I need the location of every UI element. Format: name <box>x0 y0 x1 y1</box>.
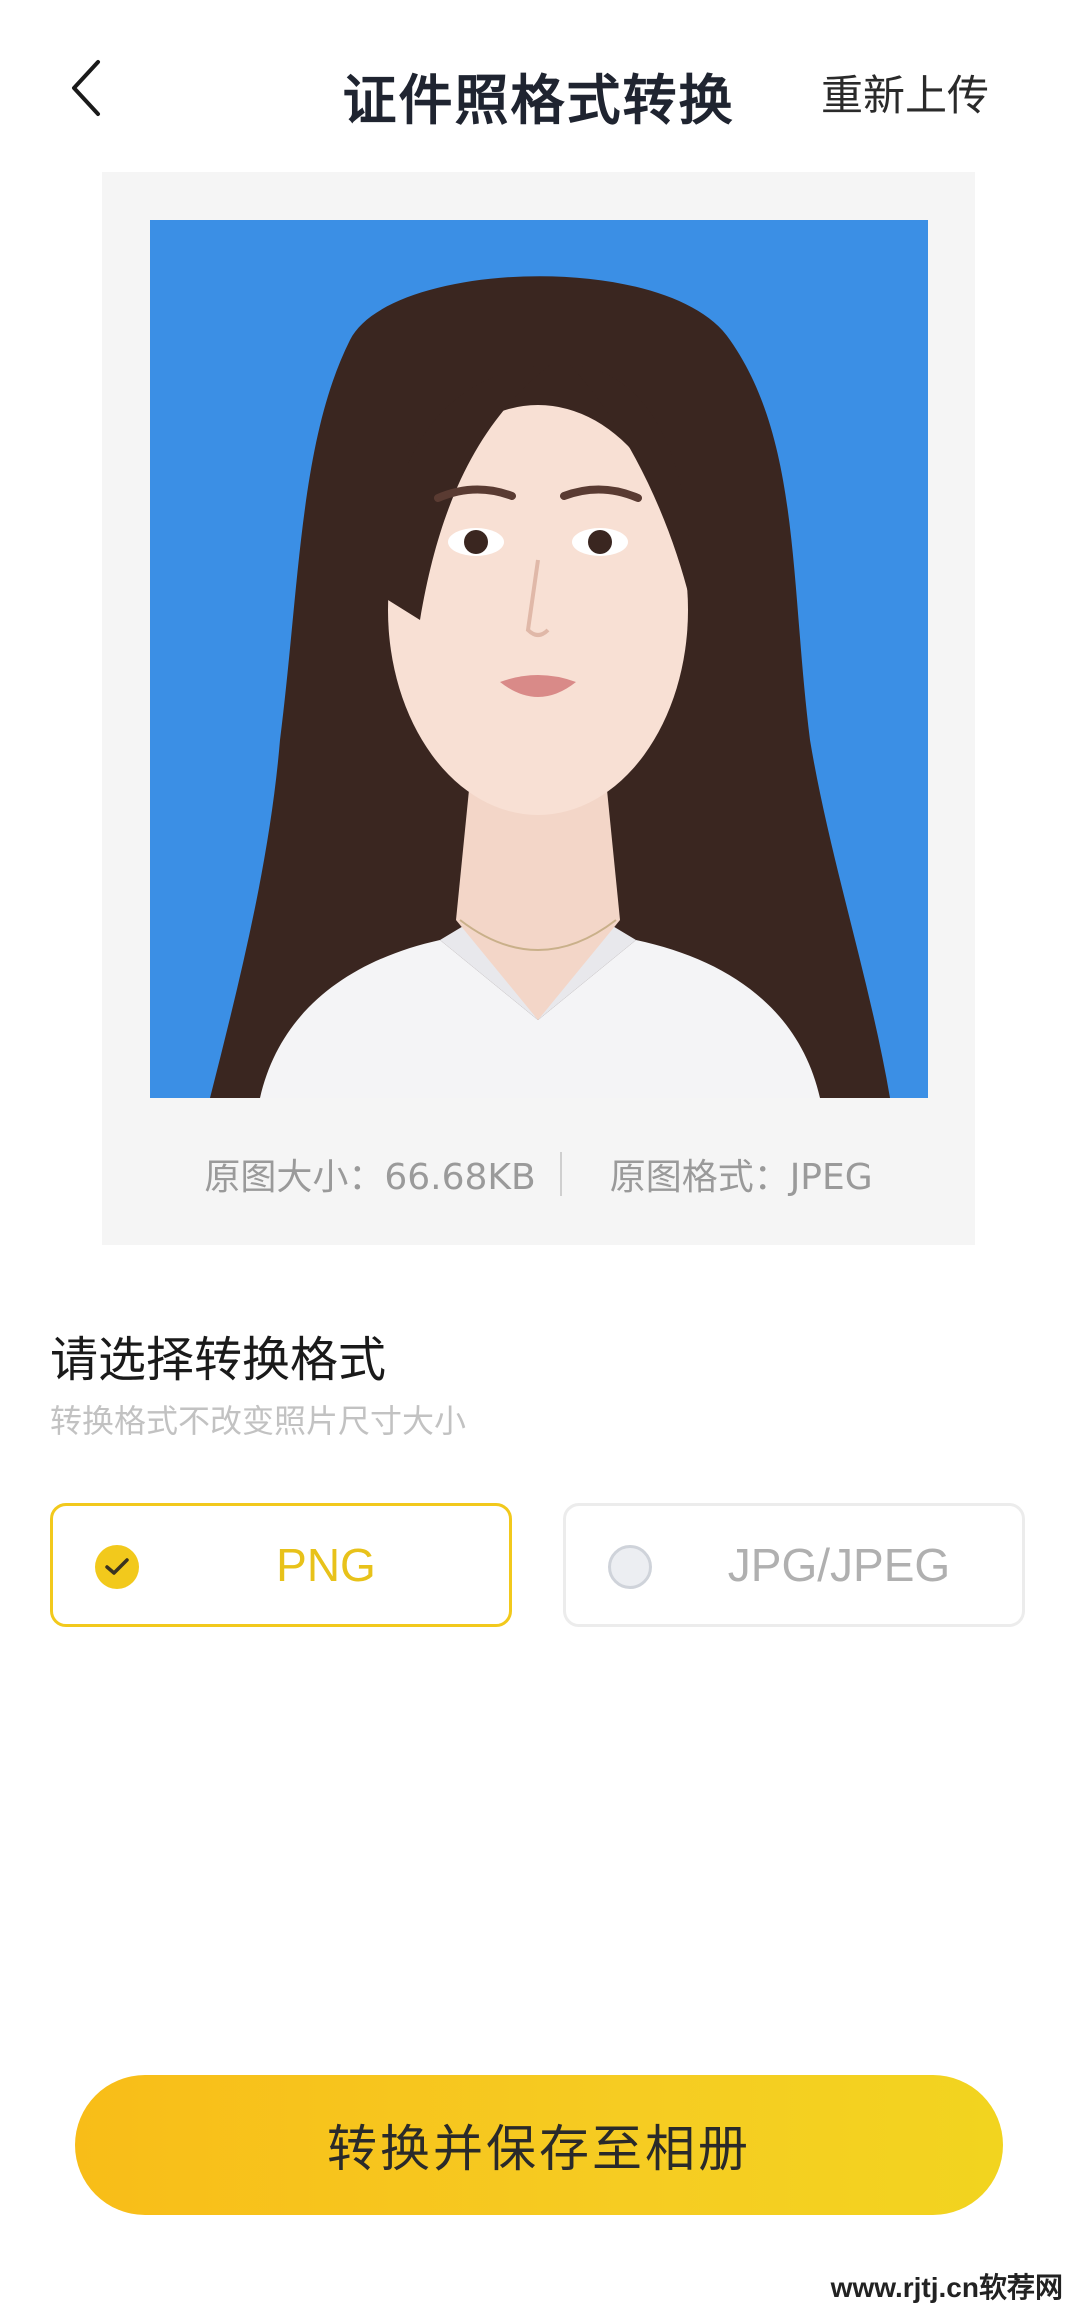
original-size-text: 原图大小：66.68KB <box>204 1157 536 1198</box>
header-bar: 证件照格式转换 重新上传 <box>0 0 1077 180</box>
portrait-image <box>150 220 928 1098</box>
meta-divider <box>559 1152 562 1196</box>
reupload-button[interactable]: 重新上传 <box>821 62 989 123</box>
format-option-label: JPG/JPEG <box>727 1539 951 1591</box>
format-option-label: PNG <box>276 1539 376 1591</box>
format-section-subtitle: 转换格式不改变照片尺寸大小 <box>50 1402 467 1440</box>
id-photo <box>150 220 928 1098</box>
checkmark-icon <box>105 1558 129 1575</box>
radio-checked-icon[interactable] <box>95 1545 139 1589</box>
radio-unchecked-icon[interactable] <box>608 1545 652 1589</box>
photo-meta-row: 原图大小：66.68KB 原图格式：JPEG <box>102 1144 975 1204</box>
watermark-text: www.rjtj.cn软荐网 <box>830 2272 1063 2303</box>
photo-preview-card: 原图大小：66.68KB 原图格式：JPEG <box>102 172 975 1245</box>
convert-save-button[interactable]: 转换并保存至相册 <box>75 2075 1003 2215</box>
format-option-png[interactable]: PNG <box>50 1503 512 1627</box>
original-format-text: 原图格式：JPEG <box>609 1157 873 1198</box>
format-option-jpg[interactable]: JPG/JPEG <box>563 1503 1025 1627</box>
format-section-title: 请选择转换格式 <box>50 1332 387 1388</box>
